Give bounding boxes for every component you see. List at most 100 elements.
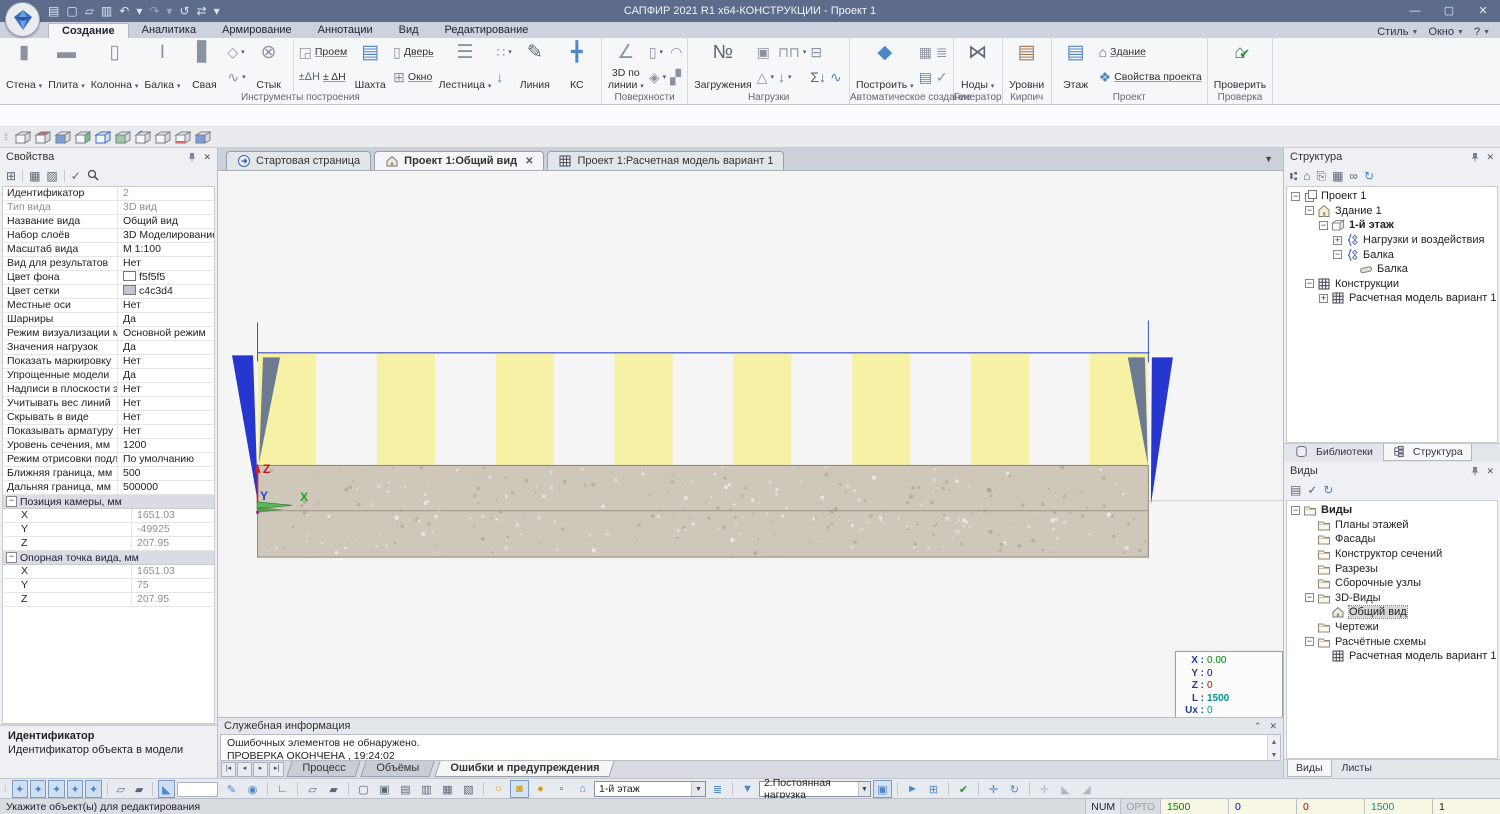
- cube-plain-icon[interactable]: [14, 130, 31, 145]
- fit-selection-button[interactable]: ▣: [873, 780, 892, 798]
- ribbon-tool[interactable]: ▤Шахта: [349, 40, 391, 91]
- info-tab-Объёмы[interactable]: Объёмы: [361, 761, 435, 777]
- tree-item[interactable]: −1-й этаж: [1287, 218, 1497, 233]
- property-row[interactable]: Идентификатор2: [3, 187, 214, 201]
- find-in-model-icon[interactable]: ▦: [1332, 169, 1343, 183]
- filter-branch-icon[interactable]: ⑆: [1290, 169, 1297, 183]
- ribbon-tool[interactable]: ▤: [919, 66, 932, 88]
- ribbon-tool[interactable]: ∿: [830, 66, 844, 88]
- categorized-view-icon[interactable]: ⊞: [6, 169, 16, 183]
- property-group-header[interactable]: −Опорная точка вида, мм: [3, 551, 214, 565]
- redo-icon[interactable]: ↷: [149, 4, 159, 18]
- panel-tab-Листы[interactable]: Листы: [1334, 760, 1380, 776]
- ribbon-tool[interactable]: №Загружения: [691, 40, 754, 91]
- snap-center-button[interactable]: ◉: [243, 780, 262, 798]
- ribbon-tool[interactable]: ▯Дверь: [393, 41, 433, 63]
- property-row[interactable]: Надписи в плоскости э...Нет: [3, 383, 214, 397]
- close-info-icon[interactable]: ✕: [1269, 721, 1277, 732]
- ribbon-tool[interactable]: ☰Лестница ▾: [436, 40, 495, 91]
- menu-icon[interactable]: ▤: [48, 4, 59, 18]
- snap-line-button[interactable]: ✦: [30, 780, 46, 798]
- ribbon-tool[interactable]: ▦: [919, 41, 932, 63]
- ribbon-tool[interactable]: ◈▾: [649, 66, 666, 88]
- tab-list-chevron-icon[interactable]: ▼: [1264, 154, 1273, 164]
- property-row[interactable]: Показывать арматуруНет: [3, 425, 214, 439]
- refresh-icon[interactable]: ↻: [1364, 169, 1374, 183]
- property-row[interactable]: ШарнирыДа: [3, 313, 214, 327]
- cube-plain-2-icon[interactable]: [154, 130, 171, 145]
- cube-top-red-icon[interactable]: [34, 130, 51, 145]
- clip-box-button[interactable]: ▰: [131, 780, 147, 798]
- ribbon-tool[interactable]: ±ΔH± ΔH: [299, 66, 348, 88]
- ribbon-tool[interactable]: ▬Плита ▾: [45, 40, 88, 91]
- light-on-button[interactable]: ●: [531, 780, 550, 798]
- menu-item-?[interactable]: ?▼: [1474, 26, 1490, 38]
- ribbon-tool[interactable]: ∷▾: [496, 41, 511, 63]
- document-tab[interactable]: Проект 1:Общий вид✕: [374, 151, 544, 170]
- ribbon-tool[interactable]: ↓▾: [778, 66, 806, 88]
- property-row[interactable]: Z207.95: [3, 593, 214, 607]
- tree-item[interactable]: Планы этажей: [1287, 518, 1497, 533]
- ribbon-tool[interactable]: ❖Свойства проекта: [1099, 66, 1202, 88]
- property-row[interactable]: Значения нагрузокДа: [3, 341, 214, 355]
- reload-icon[interactable]: ↺: [179, 4, 189, 18]
- light-point-button[interactable]: ▫: [552, 780, 571, 798]
- property-row[interactable]: Z207.95: [3, 537, 214, 551]
- move-tool-button[interactable]: ✛: [984, 780, 1003, 798]
- tree-item[interactable]: Фасады: [1287, 532, 1497, 547]
- property-row[interactable]: Режим визуализации м...Основной режим: [3, 327, 214, 341]
- panel-tab-Библиотеки[interactable]: Библиотеки: [1287, 444, 1381, 460]
- open-file-icon[interactable]: ▱: [85, 4, 94, 18]
- snap-node-button[interactable]: ✦: [67, 780, 83, 798]
- undo-arrow-icon[interactable]: ▾: [136, 4, 142, 18]
- property-row[interactable]: Набор слоёв3D Моделирование: [3, 229, 214, 243]
- close-panel-icon[interactable]: ✕: [203, 152, 211, 163]
- ribbon-tool[interactable]: ⊓⊓▾: [778, 41, 806, 63]
- property-row[interactable]: Ближняя граница, мм500: [3, 467, 214, 481]
- cube-side-green-icon[interactable]: [74, 130, 91, 145]
- property-row[interactable]: Показать маркировкуНет: [3, 355, 214, 369]
- ribbon-tool[interactable]: ▞: [670, 66, 682, 88]
- property-row[interactable]: X1651.03: [3, 509, 214, 523]
- property-row[interactable]: Местные осиНет: [3, 299, 214, 313]
- ribbon-tool[interactable]: ✓: [936, 66, 948, 88]
- ribbon-tool[interactable]: ⌂✔Проверить: [1211, 40, 1270, 91]
- ribbon-tool[interactable]: ⋈Ноды ▾: [957, 40, 999, 91]
- document-tab[interactable]: Проект 1:Расчетная модель вариант 1: [547, 151, 784, 170]
- settings-view-icon[interactable]: ▨: [46, 169, 57, 183]
- cube-bottom-red-icon[interactable]: [174, 130, 191, 145]
- tree-item[interactable]: +Расчетная модель вариант 1: [1287, 291, 1497, 306]
- storey-selector[interactable]: 1-й этаж ▼: [594, 781, 706, 797]
- ribbon-tab-Создание[interactable]: Создание: [48, 23, 129, 38]
- load-case-selector[interactable]: 2.Постоянная нагрузка ▼: [759, 781, 871, 797]
- cube-front-green-icon[interactable]: [114, 130, 131, 145]
- prev-page-button[interactable]: ◂: [237, 762, 252, 777]
- property-group-header[interactable]: −Позиция камеры, мм: [3, 495, 214, 509]
- refresh-icon[interactable]: ↻: [1323, 483, 1333, 497]
- property-row[interactable]: Уровень сечения, мм1200: [3, 439, 214, 453]
- ribbon-tool[interactable]: ▣: [757, 41, 774, 63]
- ribbon-tool[interactable]: Σ↓: [810, 66, 826, 88]
- property-row[interactable]: Цвет сеткиc4c3d4: [3, 285, 214, 299]
- num-mode-indicator[interactable]: NUM: [1085, 799, 1120, 814]
- save-icon[interactable]: ▥: [101, 4, 112, 18]
- property-row[interactable]: Упрощенные моделиДа: [3, 369, 214, 383]
- perpendicular-button[interactable]: ∟: [273, 780, 292, 798]
- property-row[interactable]: Режим отрисовки подл...По умолчанию: [3, 453, 214, 467]
- move-dim-button[interactable]: ✛: [1035, 780, 1054, 798]
- close-button[interactable]: ✕: [1466, 0, 1500, 22]
- solid-4-button[interactable]: ▥: [417, 780, 436, 798]
- solid-6-button[interactable]: ▧: [459, 780, 478, 798]
- ribbon-tool[interactable]: ▯Колонна ▾: [88, 40, 142, 91]
- cube-double-blue-icon[interactable]: [194, 130, 211, 145]
- tree-item[interactable]: −Балка: [1287, 247, 1497, 262]
- ribbon-tool[interactable]: ▤Этаж: [1055, 40, 1097, 91]
- ribbon-tool[interactable]: ▋Свая: [183, 40, 225, 91]
- ribbon-tool[interactable]: ◇▾: [227, 41, 245, 63]
- ribbon-tool[interactable]: IБалка ▾: [141, 40, 183, 91]
- close-panel-icon[interactable]: ✕: [1486, 152, 1494, 163]
- select-cursor-button[interactable]: ►: [903, 780, 922, 798]
- property-row[interactable]: Цвет фонаf5f5f5: [3, 271, 214, 285]
- tree-item[interactable]: −Виды: [1287, 503, 1497, 518]
- send-to-model-icon[interactable]: ⎘: [1316, 169, 1326, 184]
